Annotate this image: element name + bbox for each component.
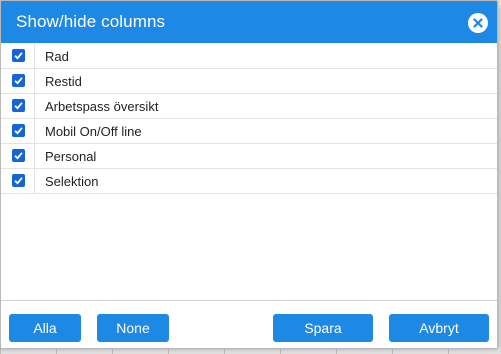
column-checkbox[interactable] [12, 99, 25, 112]
column-checkbox[interactable] [12, 174, 25, 187]
select-none-button[interactable]: None [97, 314, 169, 342]
column-checkbox[interactable] [12, 74, 25, 87]
cancel-button[interactable]: Avbryt [389, 314, 489, 342]
column-label: Selektion [45, 174, 99, 189]
checkmark-icon [14, 127, 23, 135]
column-label: Restid [45, 74, 82, 89]
column-row[interactable]: Arbetspass översikt [1, 94, 497, 119]
column-list: Rad Restid Arbetspass översikt Mobil On/… [1, 44, 497, 194]
column-row[interactable]: Personal [1, 144, 497, 169]
column-divider [34, 144, 35, 169]
column-row[interactable]: Selektion [1, 169, 497, 194]
dialog-titlebar: Show/hide columns [1, 1, 497, 43]
save-button[interactable]: Spara [273, 314, 373, 342]
column-label: Arbetspass översikt [45, 99, 159, 114]
show-hide-columns-dialog: Show/hide columns Rad Restid Arbetspass … [0, 0, 498, 349]
dialog-footer: Alla None Spara Avbryt [1, 300, 497, 348]
column-divider [34, 169, 35, 194]
column-label: Rad [45, 49, 69, 64]
column-checkbox[interactable] [12, 49, 25, 62]
select-all-button[interactable]: Alla [9, 314, 81, 342]
checkmark-icon [14, 152, 23, 160]
column-label: Personal [45, 149, 97, 164]
column-row[interactable]: Restid [1, 69, 497, 94]
column-checkbox[interactable] [12, 124, 25, 137]
column-label: Mobil On/Off line [45, 124, 142, 139]
column-checkbox[interactable] [12, 149, 25, 162]
dialog-title: Show/hide columns [16, 12, 166, 31]
column-row[interactable]: Rad [1, 44, 497, 69]
checkmark-icon [14, 102, 23, 110]
column-divider [34, 44, 35, 69]
column-divider [34, 94, 35, 119]
column-divider [34, 69, 35, 94]
checkmark-icon [14, 177, 23, 185]
checkmark-icon [14, 77, 23, 85]
close-icon [473, 18, 483, 28]
column-divider [34, 119, 35, 144]
checkmark-icon [14, 52, 23, 60]
close-button[interactable] [468, 13, 488, 33]
column-row[interactable]: Mobil On/Off line [1, 119, 497, 144]
